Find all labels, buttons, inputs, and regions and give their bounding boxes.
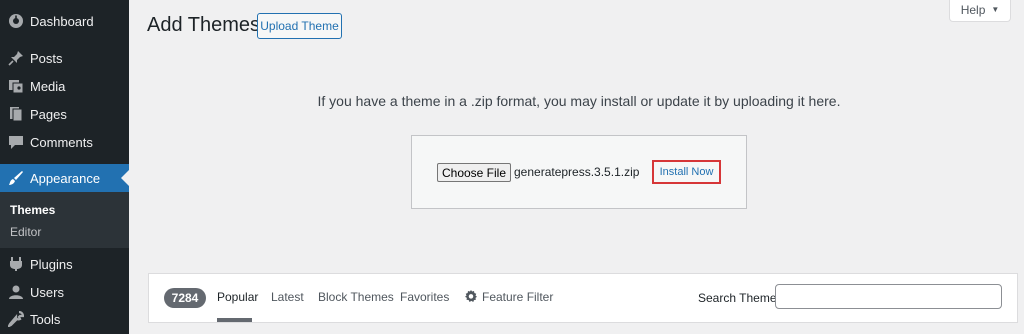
filter-tab-block-themes[interactable]: Block Themes [318, 290, 394, 304]
caret-down-icon: ▼ [991, 5, 1000, 14]
media-icon [8, 78, 24, 94]
dashboard-icon [8, 13, 24, 29]
sidebar-item-posts[interactable]: Posts [0, 44, 129, 72]
choose-file-button[interactable]: Choose File [437, 163, 511, 182]
sidebar-item-label: Plugins [30, 256, 73, 272]
active-tab-indicator [217, 318, 252, 322]
sidebar-item-users[interactable]: Users [0, 278, 129, 306]
selected-file-name: generatepress.3.5.1.zip [514, 165, 640, 179]
sidebar-item-comments[interactable]: Comments [0, 128, 129, 156]
sidebar-item-label: Pages [30, 106, 67, 122]
pin-icon [8, 50, 24, 66]
search-themes-input[interactable] [775, 284, 1002, 309]
submenu-item-themes[interactable]: Themes [10, 203, 55, 217]
admin-sidebar: Dashboard Posts Media Pages Comments App… [0, 0, 129, 334]
sidebar-item-dashboard[interactable]: Dashboard [0, 7, 129, 35]
users-icon [8, 284, 24, 300]
help-label: Help [960, 2, 986, 17]
appearance-submenu: Themes Editor [0, 192, 129, 248]
plugin-icon [8, 256, 24, 272]
sidebar-item-tools[interactable]: Tools [0, 305, 129, 333]
sidebar-item-label: Appearance [30, 170, 101, 186]
filter-tab-favorites[interactable]: Favorites [400, 290, 449, 304]
sidebar-item-label: Dashboard [30, 13, 94, 29]
install-highlight-box: Install Now [652, 160, 721, 184]
sidebar-item-media[interactable]: Media [0, 72, 129, 100]
gear-icon [465, 290, 477, 302]
sidebar-item-pages[interactable]: Pages [0, 100, 129, 128]
filter-tab-feature-filter[interactable]: Feature Filter [482, 290, 553, 304]
sidebar-item-label: Users [30, 284, 64, 300]
wrench-icon [8, 311, 24, 327]
filter-tab-latest[interactable]: Latest [271, 290, 304, 304]
upload-description: If you have a theme in a .zip format, yo… [317, 93, 841, 109]
help-tab-button[interactable]: Help ▼ [949, 0, 1011, 22]
sidebar-item-appearance[interactable]: Appearance [0, 164, 129, 192]
sidebar-item-label: Comments [30, 134, 93, 150]
pages-icon [8, 106, 24, 122]
theme-count-badge: 7284 [164, 288, 206, 308]
comments-icon [8, 134, 24, 150]
install-now-button[interactable]: Install Now [660, 166, 714, 178]
brush-icon [8, 170, 24, 186]
upload-theme-button[interactable]: Upload Theme [257, 13, 342, 39]
page-title: Add Themes [147, 14, 261, 36]
sidebar-item-label: Tools [30, 311, 61, 327]
submenu-item-editor[interactable]: Editor [10, 225, 41, 239]
search-themes-label: Search Themes [698, 291, 783, 305]
sidebar-item-label: Posts [30, 50, 63, 66]
sidebar-item-label: Media [30, 78, 66, 94]
filter-tab-popular[interactable]: Popular [217, 290, 258, 304]
sidebar-item-plugins[interactable]: Plugins [0, 250, 129, 278]
